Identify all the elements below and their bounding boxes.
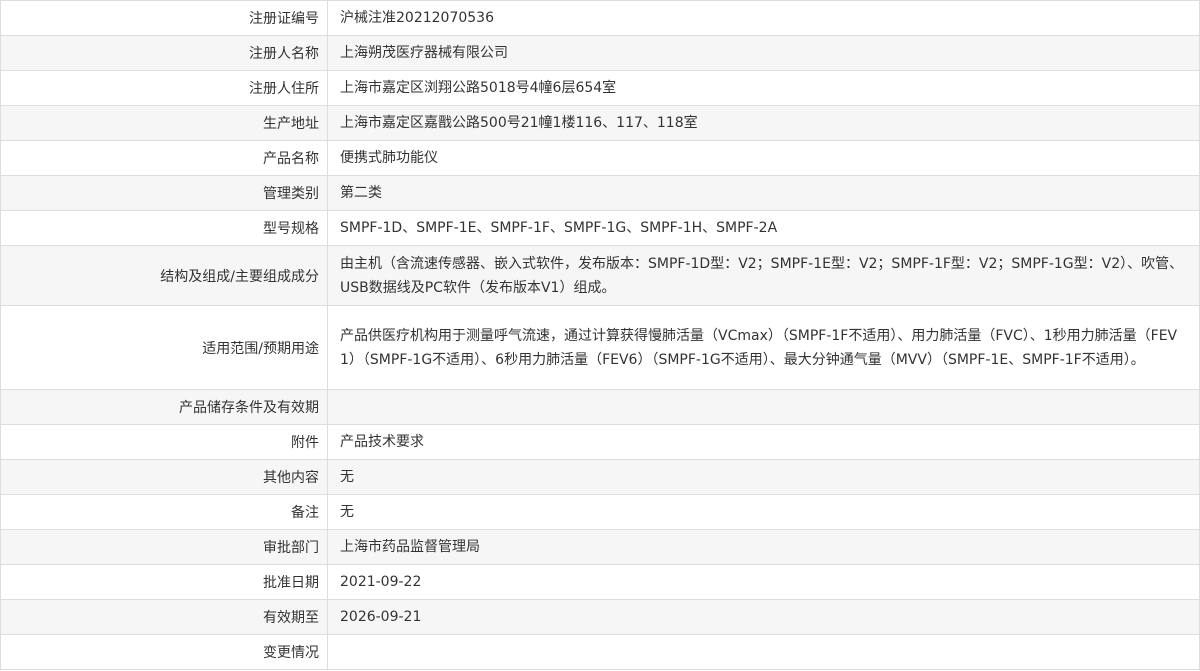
row-registrant-name: 注册人名称 上海朔茂医疗器械有限公司 bbox=[0, 35, 1200, 71]
field-value: 第二类 bbox=[327, 175, 1200, 211]
field-value: 沪械注准20212070536 bbox=[327, 0, 1200, 36]
row-approval-date: 批准日期 2021-09-22 bbox=[0, 564, 1200, 600]
field-label: 注册人名称 bbox=[0, 35, 328, 71]
row-attachment: 附件 产品技术要求 bbox=[0, 424, 1200, 460]
field-value: 2021-09-22 bbox=[327, 564, 1200, 600]
row-storage-validity: 产品储存条件及有效期 bbox=[0, 389, 1200, 425]
row-production-address: 生产地址 上海市嘉定区嘉戬公路500号21幢1楼116、117、118室 bbox=[0, 105, 1200, 141]
row-intended-use: 适用范围/预期用途 产品供医疗机构用于测量呼气流速，通过计算获得慢肺活量（VCm… bbox=[0, 305, 1200, 390]
row-registration-number: 注册证编号 沪械注准20212070536 bbox=[0, 0, 1200, 36]
field-label: 结构及组成/主要组成成分 bbox=[0, 245, 328, 306]
field-value: 产品技术要求 bbox=[327, 424, 1200, 460]
field-value: 上海朔茂医疗器械有限公司 bbox=[327, 35, 1200, 71]
field-label: 审批部门 bbox=[0, 529, 328, 565]
field-value: SMPF-1D、SMPF-1E、SMPF-1F、SMPF-1G、SMPF-1H、… bbox=[327, 210, 1200, 246]
row-remarks: 备注 无 bbox=[0, 494, 1200, 530]
field-value: 上海市嘉定区嘉戬公路500号21幢1楼116、117、118室 bbox=[327, 105, 1200, 141]
field-label: 生产地址 bbox=[0, 105, 328, 141]
field-value: 无 bbox=[327, 494, 1200, 530]
row-product-name: 产品名称 便携式肺功能仪 bbox=[0, 140, 1200, 176]
field-label: 批准日期 bbox=[0, 564, 328, 600]
row-structure-composition: 结构及组成/主要组成成分 由主机（含流速传感器、嵌入式软件，发布版本：SMPF-… bbox=[0, 245, 1200, 306]
registration-detail-table: 注册证编号 沪械注准20212070536 注册人名称 上海朔茂医疗器械有限公司… bbox=[0, 0, 1200, 670]
field-label: 适用范围/预期用途 bbox=[0, 305, 328, 390]
field-label: 产品名称 bbox=[0, 140, 328, 176]
field-value: 便携式肺功能仪 bbox=[327, 140, 1200, 176]
row-management-category: 管理类别 第二类 bbox=[0, 175, 1200, 211]
field-label: 备注 bbox=[0, 494, 328, 530]
field-label: 有效期至 bbox=[0, 599, 328, 635]
field-value: 产品供医疗机构用于测量呼气流速，通过计算获得慢肺活量（VCmax）（SMPF-1… bbox=[327, 305, 1200, 390]
field-value bbox=[327, 634, 1200, 670]
field-value: 上海市嘉定区浏翔公路5018号4幢6层654室 bbox=[327, 70, 1200, 106]
row-registrant-address: 注册人住所 上海市嘉定区浏翔公路5018号4幢6层654室 bbox=[0, 70, 1200, 106]
row-model-spec: 型号规格 SMPF-1D、SMPF-1E、SMPF-1F、SMPF-1G、SMP… bbox=[0, 210, 1200, 246]
row-valid-until: 有效期至 2026-09-21 bbox=[0, 599, 1200, 635]
field-label: 注册人住所 bbox=[0, 70, 328, 106]
row-change-history: 变更情况 bbox=[0, 634, 1200, 670]
field-value bbox=[327, 389, 1200, 425]
field-label: 产品储存条件及有效期 bbox=[0, 389, 328, 425]
field-label: 变更情况 bbox=[0, 634, 328, 670]
field-value: 上海市药品监督管理局 bbox=[327, 529, 1200, 565]
field-label: 管理类别 bbox=[0, 175, 328, 211]
field-value: 由主机（含流速传感器、嵌入式软件，发布版本：SMPF-1D型：V2；SMPF-1… bbox=[327, 245, 1200, 306]
field-value: 2026-09-21 bbox=[327, 599, 1200, 635]
field-label: 其他内容 bbox=[0, 459, 328, 495]
field-label: 附件 bbox=[0, 424, 328, 460]
row-other-content: 其他内容 无 bbox=[0, 459, 1200, 495]
row-approval-department: 审批部门 上海市药品监督管理局 bbox=[0, 529, 1200, 565]
field-label: 注册证编号 bbox=[0, 0, 328, 36]
field-label: 型号规格 bbox=[0, 210, 328, 246]
field-value: 无 bbox=[327, 459, 1200, 495]
